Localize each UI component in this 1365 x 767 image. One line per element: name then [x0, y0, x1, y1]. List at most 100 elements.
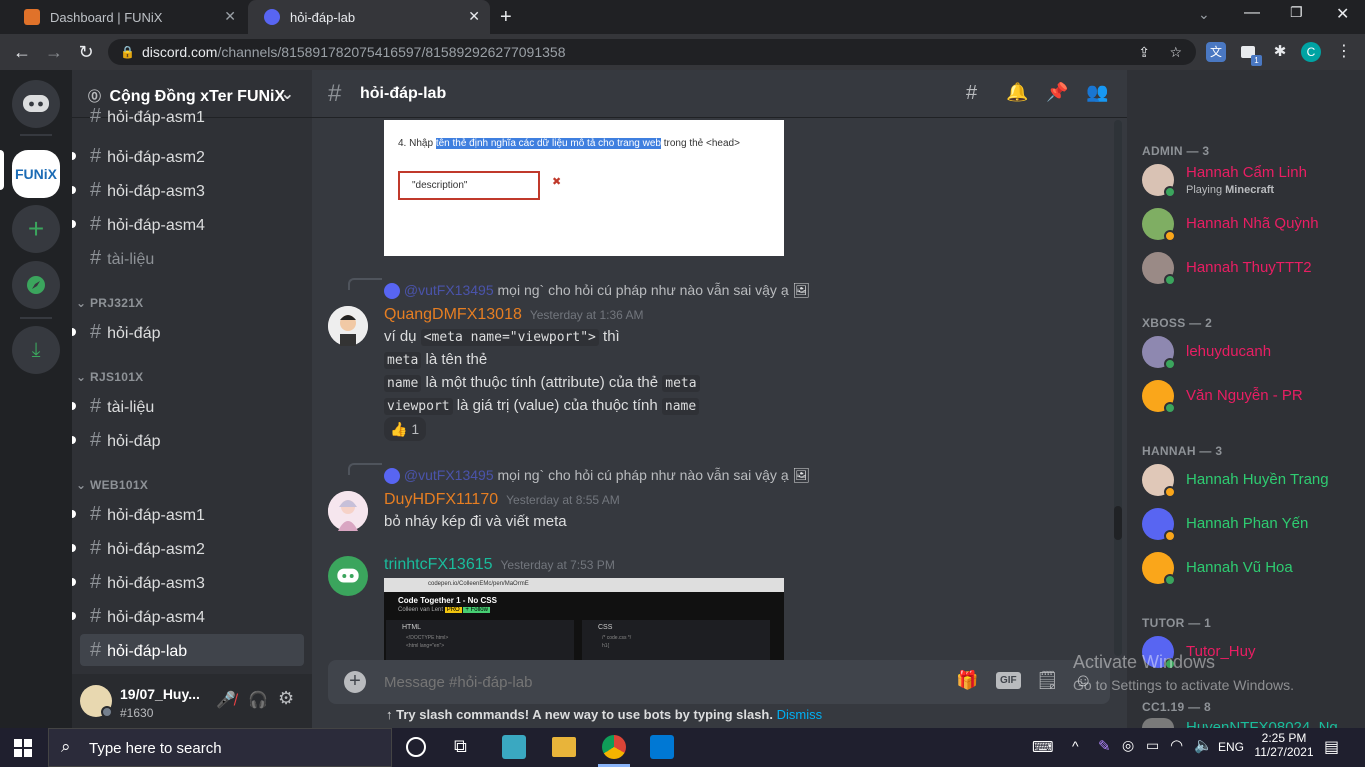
channel-item[interactable]: # hỏi-đáp-asm2 [72, 140, 304, 172]
app-icon[interactable] [502, 735, 526, 759]
category-web101x[interactable]: ⌄ WEB101X [76, 478, 148, 492]
sticker-icon[interactable]: 🗒 [1036, 670, 1059, 691]
chat-scrollbar-track[interactable] [1114, 120, 1122, 656]
explore-servers-button[interactable] [12, 261, 60, 309]
share-icon[interactable]: ⇪ [1138, 39, 1150, 65]
tab-dashboard-funix[interactable]: Dashboard | FUNiX ✕ [8, 0, 246, 34]
channel-item[interactable]: # hỏi-đáp-asm3 [72, 174, 304, 206]
menu-dots-icon[interactable]: ⋮ [1334, 42, 1354, 62]
upload-plus-button[interactable]: + [344, 671, 366, 693]
minimize-icon[interactable]: — [1244, 4, 1260, 22]
notification-center-icon[interactable]: ▤ [1324, 737, 1339, 757]
funix-server-button[interactable]: FUNiX [12, 150, 60, 198]
reaction-thumbs-up[interactable]: 👍 1 [384, 417, 426, 441]
chrome-icon[interactable] [602, 735, 626, 759]
discord-home-button[interactable] [12, 80, 60, 128]
clock[interactable]: 2:25 PM 11/27/2021 [1254, 731, 1314, 759]
channel-item[interactable]: # tài-liệu [72, 390, 304, 422]
url-bar[interactable]: 🔒 discord.com/channels/81589178207541659… [108, 39, 1196, 65]
tab-search-chevron-icon[interactable]: ⌄ [1198, 6, 1210, 23]
chat-scrollbar-thumb[interactable] [1114, 506, 1122, 540]
message-input[interactable] [384, 670, 944, 694]
close-icon[interactable]: ✕ [224, 8, 236, 25]
restore-icon[interactable]: ❐ [1290, 4, 1303, 21]
new-tab-plus-icon[interactable]: + [500, 6, 512, 29]
file-explorer-icon[interactable] [552, 737, 576, 757]
mic-muted-icon[interactable]: 🎤̸ [216, 690, 236, 710]
window-close-icon[interactable]: ✕ [1336, 4, 1349, 24]
channel-item[interactable]: # tài-liệu [80, 242, 304, 274]
member-item[interactable]: Hannah Huyền Trang [1142, 460, 1362, 500]
vscode-icon[interactable] [650, 735, 674, 759]
forward-arrow-icon[interactable]: → [42, 40, 66, 64]
add-server-button[interactable]: + [12, 205, 60, 253]
back-arrow-icon[interactable]: ← [10, 40, 34, 64]
taskbar-search-box[interactable]: ⌕ Type here to search [48, 728, 392, 767]
channel-item[interactable]: # hỏi-đáp-asm1 [72, 498, 304, 530]
category-rjs101x[interactable]: ⌄ RJS101X [76, 370, 143, 384]
tray-chevron-icon[interactable]: ^ [1072, 738, 1079, 754]
bookmark-star-icon[interactable]: ☆ [1169, 39, 1182, 65]
headphones-icon[interactable]: 🎧 [248, 690, 268, 710]
webcam-icon[interactable]: ◎ [1122, 737, 1134, 754]
pen-icon[interactable]: ✎ [1098, 737, 1111, 755]
channel-item[interactable]: # hỏi-đáp-asm1 [80, 106, 304, 126]
member-item[interactable]: Hannah Cẩm Linh Playing Minecraft [1142, 160, 1362, 200]
threads-icon[interactable]: # [966, 82, 977, 105]
gif-button[interactable]: GIF [996, 672, 1021, 689]
channel-label: tài-liệu [107, 399, 155, 416]
member-item[interactable]: lehuyducanh [1142, 332, 1362, 372]
gift-icon[interactable]: 🎁 [956, 670, 978, 691]
member-item[interactable]: Hannah Phan Yến [1142, 504, 1362, 544]
reaction-count: 1 [411, 421, 420, 437]
windows-start-icon[interactable] [14, 739, 32, 762]
translate-extension-icon[interactable]: 文 [1206, 42, 1226, 62]
channel-item[interactable]: # hỏi-đáp-asm3 [72, 566, 304, 598]
volume-icon[interactable]: 🔈 [1194, 736, 1213, 754]
member-name: Hannah ThuyTTT2 [1186, 259, 1312, 276]
member-name: Hannah Phan Yến [1186, 515, 1309, 532]
chat-header: # hỏi-đáp-lab # 🔔 📌 👥 [312, 70, 1127, 118]
channel-item[interactable]: # hỏi-đáp [72, 316, 304, 348]
dismiss-link[interactable]: Dismiss [777, 707, 823, 722]
bell-icon[interactable]: 🔔 [1006, 82, 1028, 103]
avatar[interactable] [328, 556, 368, 596]
settings-gear-icon[interactable]: ⚙ [278, 688, 294, 709]
extensions-puzzle-icon[interactable]: ✱ [1270, 42, 1290, 62]
channel-item-selected[interactable]: # hỏi-đáp-lab [80, 634, 304, 666]
tab-hoi-dap-lab[interactable]: hỏi-đáp-lab ✕ [248, 0, 490, 34]
author-name[interactable]: DuyHDFX11170 [384, 491, 498, 508]
member-item[interactable]: Hannah ThuyTTT2 [1142, 248, 1362, 288]
member-item[interactable]: Văn Nguyễn - PR [1142, 376, 1362, 416]
profile-avatar[interactable]: C [1301, 42, 1321, 62]
avatar[interactable] [328, 306, 368, 346]
reload-icon[interactable]: ↻ [74, 40, 98, 64]
extension-icon[interactable]: 1 [1238, 42, 1262, 66]
quiz-image[interactable]: 4. Nhập tên thẻ định nghĩa các dữ liệu m… [384, 120, 784, 256]
channel-item[interactable]: # hỏi-đáp-asm4 [72, 600, 304, 632]
members-icon[interactable]: 👥 [1086, 82, 1108, 103]
keyboard-icon[interactable]: ⌨ [1032, 738, 1054, 756]
member-item[interactable]: Hannah Vũ Hoa [1142, 548, 1362, 588]
reply-preview[interactable]: @vutFX13495 mọi ng` cho hỏi cú pháp như … [384, 467, 810, 485]
channel-item[interactable]: # hỏi-đáp-asm4 [72, 208, 304, 240]
language-indicator[interactable]: ENG [1218, 740, 1244, 754]
author-name[interactable]: QuangDMFX13018 [384, 306, 522, 323]
battery-icon[interactable]: ▭ [1146, 737, 1159, 754]
member-item[interactable]: Hannah Nhã Quỳnh [1142, 204, 1362, 244]
pin-icon[interactable]: 📌 [1046, 82, 1068, 103]
task-view-icon[interactable]: ⧉ [454, 736, 467, 757]
download-apps-button[interactable]: ⤓ [12, 326, 60, 374]
channel-item[interactable]: # hỏi-đáp-asm2 [72, 532, 304, 564]
author-name[interactable]: trinhtcFX13615 [384, 556, 493, 573]
close-icon[interactable]: ✕ [468, 8, 480, 25]
category-prj321x[interactable]: ⌄ PRJ321X [76, 296, 143, 310]
channel-item[interactable]: # hỏi-đáp [72, 424, 304, 456]
channel-title: hỏi-đáp-lab [360, 85, 447, 102]
reply-preview[interactable]: @vutFX13495 mọi ng` cho hỏi cú pháp như … [384, 282, 810, 300]
avatar[interactable] [328, 491, 368, 531]
codepen-screenshot[interactable]: codepen.io/ColleenEMc/pen/MaOrmE Code To… [384, 578, 784, 660]
cortana-icon[interactable] [406, 737, 426, 757]
wifi-icon[interactable]: ◠ [1170, 736, 1183, 754]
member-name-partial[interactable]: HuyenNTFX08024_Ng [1186, 720, 1338, 728]
